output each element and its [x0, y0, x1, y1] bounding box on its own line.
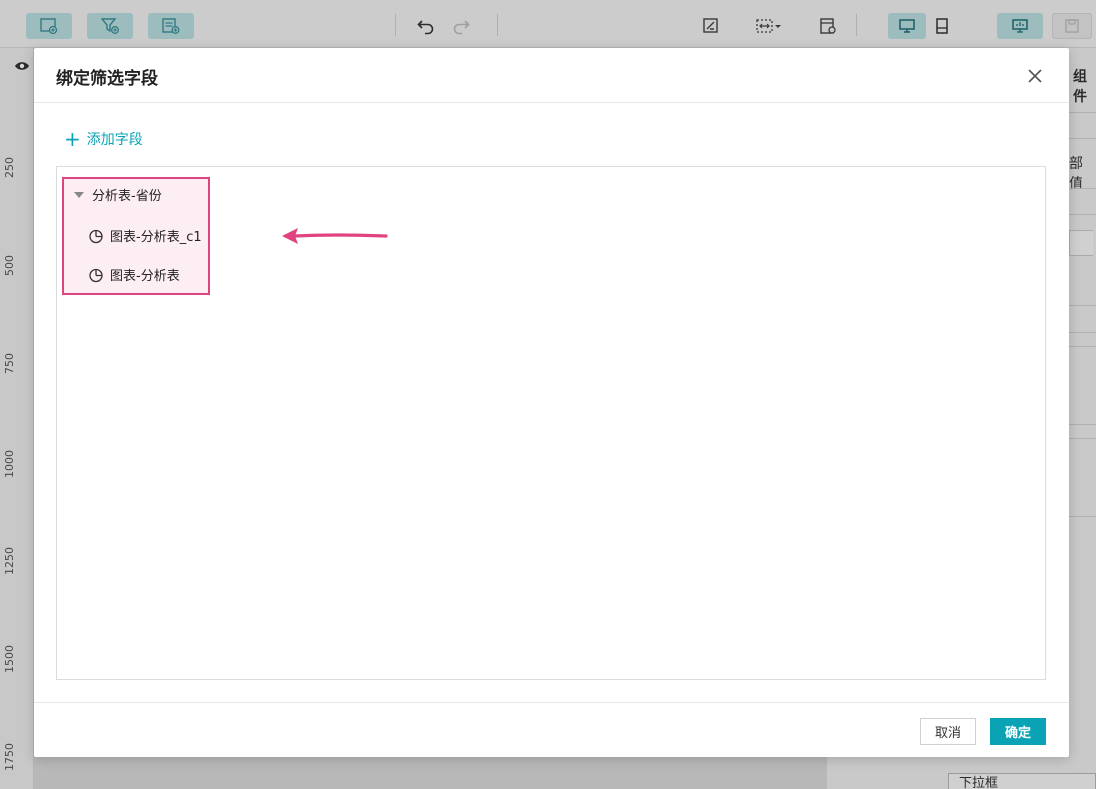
- caret-down-icon[interactable]: [74, 191, 84, 198]
- annotation-arrow-icon: [282, 228, 388, 244]
- pie-chart-icon: [89, 268, 103, 282]
- dialog-header: 绑定筛选字段: [34, 48, 1069, 103]
- tree-item-label: 图表-分析表_c1: [110, 230, 202, 245]
- add-field-button[interactable]: + 添加字段: [64, 128, 143, 150]
- tree-item[interactable]: 图表-分析表_c1: [88, 226, 202, 245]
- tree-group-node[interactable]: 分析表-省份: [74, 185, 162, 204]
- tree-item-label: 图表-分析表: [110, 269, 180, 284]
- close-icon[interactable]: [1025, 66, 1045, 86]
- cancel-button[interactable]: 取消: [920, 718, 976, 745]
- tree-group-label: 分析表-省份: [92, 189, 162, 204]
- confirm-button[interactable]: 确定: [990, 718, 1046, 745]
- pie-chart-icon: [89, 229, 103, 243]
- dialog-footer: 取消 确定: [34, 702, 1069, 757]
- dialog-title: 绑定筛选字段: [56, 69, 158, 89]
- plus-icon: +: [64, 127, 81, 151]
- add-field-label: 添加字段: [86, 132, 143, 148]
- tree-item[interactable]: 图表-分析表: [88, 265, 180, 284]
- bind-filter-field-dialog: 绑定筛选字段 + 添加字段 分析表-省份 图表-分析表_c1 图表-分析表 取消…: [34, 48, 1069, 757]
